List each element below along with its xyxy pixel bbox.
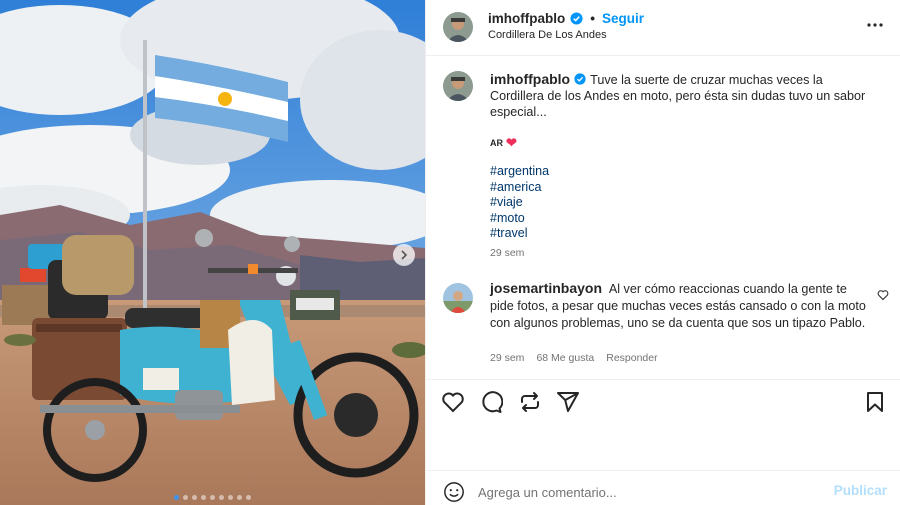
comment-timestamp[interactable]: 29 sem xyxy=(490,352,524,364)
separator-dot: • xyxy=(590,11,595,26)
carousel-dot xyxy=(210,495,215,500)
author-line: imhoffpablo • Seguir xyxy=(488,11,644,26)
hashtag-link[interactable]: #america xyxy=(490,180,549,196)
carousel-next-button[interactable] xyxy=(393,244,415,266)
carousel-dot xyxy=(183,495,188,500)
carousel-dots xyxy=(0,495,425,500)
caption-emoji-line: AR ❤ xyxy=(490,135,517,151)
bookmark-icon xyxy=(867,392,883,412)
share-icon xyxy=(557,392,579,412)
post-photo[interactable] xyxy=(0,0,425,505)
hashtag-link[interactable]: #viaje xyxy=(490,195,549,211)
post-location[interactable]: Cordillera De Los Andes xyxy=(488,29,607,41)
flag-text: AR xyxy=(490,138,503,148)
follow-button[interactable]: Seguir xyxy=(602,11,644,26)
repost-icon xyxy=(521,392,539,412)
comment-meta: 29 sem 68 Me gusta Responder xyxy=(490,352,658,364)
hashtag-list: #argentina #america #viaje #moto #travel xyxy=(490,164,549,242)
hashtag-link[interactable]: #travel xyxy=(490,226,549,242)
comment-like-heart-icon[interactable] xyxy=(877,289,889,301)
post-header: imhoffpablo • Seguir Cordillera De Los A… xyxy=(426,0,900,56)
caption-text-block: imhoffpablo Tuve la suerte de cruzar much… xyxy=(490,71,880,120)
hashtag-link[interactable]: #argentina xyxy=(490,164,549,180)
comment-text-block: josemartinbayon Al ver cómo reaccionas c… xyxy=(490,280,870,332)
comment-icon xyxy=(482,391,503,413)
post-panel: imhoffpablo • Seguir Cordillera De Los A… xyxy=(425,0,900,505)
save-button[interactable] xyxy=(863,390,887,414)
share-button[interactable] xyxy=(556,390,580,414)
comment-input[interactable] xyxy=(478,481,788,503)
carousel-dot xyxy=(201,495,206,500)
caption-avatar[interactable] xyxy=(443,71,473,101)
caption-timestamp[interactable]: 29 sem xyxy=(490,247,524,259)
carousel-dot xyxy=(246,495,251,500)
heart-icon xyxy=(442,392,464,413)
reply-button[interactable]: Responder xyxy=(606,352,657,364)
commenter-avatar[interactable] xyxy=(443,283,473,313)
carousel-dot xyxy=(237,495,242,500)
post-action-bar xyxy=(426,379,900,423)
commenter-username[interactable]: josemartinbayon xyxy=(490,280,602,296)
add-comment-bar: Publicar xyxy=(426,470,900,505)
publish-button[interactable]: Publicar xyxy=(834,483,887,498)
repost-button[interactable] xyxy=(518,390,542,414)
chevron-right-icon xyxy=(401,250,408,260)
carousel-dot xyxy=(219,495,224,500)
verified-badge-icon xyxy=(570,12,583,25)
red-heart-emoji: ❤ xyxy=(506,135,517,150)
comment-button[interactable] xyxy=(479,390,503,414)
carousel-dot xyxy=(228,495,233,500)
motorcycle-photo xyxy=(0,0,425,505)
more-options-button[interactable] xyxy=(865,13,885,37)
carousel-dot xyxy=(174,495,179,500)
author-username[interactable]: imhoffpablo xyxy=(488,11,565,26)
hashtag-link[interactable]: #moto xyxy=(490,211,549,227)
verified-badge-icon xyxy=(574,73,586,85)
more-horizontal-icon xyxy=(867,23,883,27)
author-avatar[interactable] xyxy=(443,12,473,42)
comment-likes[interactable]: 68 Me gusta xyxy=(536,352,594,364)
carousel-dot xyxy=(192,495,197,500)
caption-username[interactable]: imhoffpablo xyxy=(490,71,570,87)
like-button[interactable] xyxy=(441,390,465,414)
emoji-icon[interactable] xyxy=(443,481,465,503)
